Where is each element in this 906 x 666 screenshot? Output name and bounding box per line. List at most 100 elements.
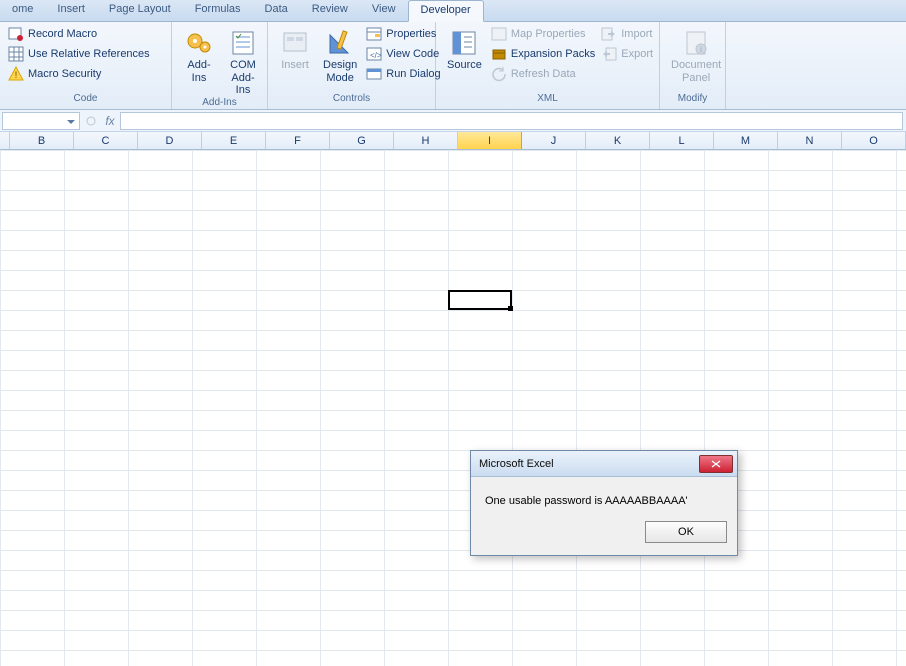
source-label: Source xyxy=(447,59,482,72)
import-button: Import xyxy=(598,25,656,43)
message-box-title: Microsoft Excel xyxy=(479,458,699,470)
name-box[interactable] xyxy=(2,112,80,130)
gear-icon xyxy=(183,27,215,59)
col-e[interactable]: E xyxy=(202,132,266,149)
record-macro-icon xyxy=(8,26,24,42)
export-label: Export xyxy=(621,48,653,60)
checklist-icon xyxy=(227,27,259,59)
formula-input[interactable] xyxy=(120,112,903,130)
grid-icon xyxy=(8,46,24,62)
macro-security-label: Macro Security xyxy=(28,68,101,80)
macro-security-button[interactable]: ! Macro Security xyxy=(5,65,153,83)
column-headers: B C D E F G H I J K L M N O xyxy=(0,132,906,150)
record-macro-label: Record Macro xyxy=(28,28,97,40)
ruler-pencil-icon xyxy=(324,27,356,59)
properties-label: Properties xyxy=(386,28,436,40)
col-n[interactable]: N xyxy=(778,132,842,149)
view-code-label: View Code xyxy=(386,48,439,60)
group-modify-label: Modify xyxy=(660,93,725,109)
use-relative-references-button[interactable]: Use Relative References xyxy=(5,45,153,63)
warning-icon: ! xyxy=(8,66,24,82)
dialog-icon xyxy=(366,66,382,82)
col-partial[interactable] xyxy=(0,132,10,149)
col-i[interactable]: I xyxy=(458,132,522,149)
refresh-icon xyxy=(491,66,507,82)
source-button[interactable]: Source xyxy=(441,25,488,72)
message-box-text: One usable password is AAAAABBAAAA' xyxy=(471,477,737,515)
worksheet-grid[interactable]: Microsoft Excel One usable password is A… xyxy=(0,150,906,666)
com-addins-button[interactable]: COM Add-Ins xyxy=(221,25,265,97)
tab-insert[interactable]: Insert xyxy=(45,0,97,21)
col-j[interactable]: J xyxy=(522,132,586,149)
tab-page-layout[interactable]: Page Layout xyxy=(97,0,183,21)
close-button[interactable] xyxy=(699,455,733,473)
map-properties-button: Map Properties xyxy=(488,25,598,43)
export-button: Export xyxy=(598,45,656,63)
ribbon: Record Macro Use Relative References ! M… xyxy=(0,22,906,110)
group-code-label: Code xyxy=(0,93,171,109)
addins-label: Add-Ins xyxy=(183,59,215,84)
active-cell[interactable] xyxy=(448,290,512,310)
insert-label: Insert xyxy=(281,59,309,72)
addins-button[interactable]: Add-Ins xyxy=(177,25,221,84)
tab-formulas[interactable]: Formulas xyxy=(183,0,253,21)
col-l[interactable]: L xyxy=(650,132,714,149)
group-modify: i Document Panel Modify xyxy=(660,22,726,109)
export-icon xyxy=(601,46,617,62)
col-o[interactable]: O xyxy=(842,132,906,149)
message-box: Microsoft Excel One usable password is A… xyxy=(470,450,738,556)
document-panel-icon: i xyxy=(680,27,712,59)
col-c[interactable]: C xyxy=(74,132,138,149)
col-b[interactable]: B xyxy=(10,132,74,149)
insert-button: Insert xyxy=(273,25,317,72)
ok-button[interactable]: OK xyxy=(645,521,727,543)
insert-control-icon xyxy=(279,27,311,59)
col-k[interactable]: K xyxy=(586,132,650,149)
run-dialog-button[interactable]: Run Dialog xyxy=(363,65,443,83)
group-controls: Insert Design Mode Properties </> xyxy=(268,22,436,109)
import-icon xyxy=(601,26,617,42)
com-addins-label: COM Add-Ins xyxy=(227,59,259,97)
tab-data[interactable]: Data xyxy=(253,0,300,21)
message-box-titlebar[interactable]: Microsoft Excel xyxy=(471,451,737,477)
document-panel-label: Document Panel xyxy=(671,59,721,84)
fx-icon[interactable]: fx xyxy=(100,114,120,128)
tab-review[interactable]: Review xyxy=(300,0,360,21)
tab-home[interactable]: ome xyxy=(0,0,45,21)
design-mode-button[interactable]: Design Mode xyxy=(317,25,363,84)
expansion-packs-button[interactable]: Expansion Packs xyxy=(488,45,598,63)
formula-bar: fx xyxy=(0,110,906,132)
document-panel-button: i Document Panel xyxy=(665,25,727,84)
properties-icon xyxy=(366,26,382,42)
col-g[interactable]: G xyxy=(330,132,394,149)
view-code-button[interactable]: </> View Code xyxy=(363,45,443,63)
tab-developer[interactable]: Developer xyxy=(408,0,484,22)
properties-button[interactable]: Properties xyxy=(363,25,443,43)
group-xml: Source Map Properties Expansion Packs Re… xyxy=(436,22,660,109)
cancel-formula-icon[interactable] xyxy=(82,113,100,129)
refresh-data-label: Refresh Data xyxy=(511,68,576,80)
group-controls-label: Controls xyxy=(268,93,435,109)
expansion-packs-icon xyxy=(491,46,507,62)
map-properties-icon xyxy=(491,26,507,42)
tab-view[interactable]: View xyxy=(360,0,408,21)
refresh-data-button: Refresh Data xyxy=(488,65,598,83)
svg-text:</>: </> xyxy=(370,51,382,60)
group-code: Record Macro Use Relative References ! M… xyxy=(0,22,172,109)
source-pane-icon xyxy=(448,27,480,59)
close-icon xyxy=(711,460,721,468)
col-f[interactable]: F xyxy=(266,132,330,149)
ribbon-tabs: ome Insert Page Layout Formulas Data Rev… xyxy=(0,0,906,22)
record-macro-button[interactable]: Record Macro xyxy=(5,25,153,43)
group-addins: Add-Ins COM Add-Ins Add-Ins xyxy=(172,22,268,109)
import-label: Import xyxy=(621,28,652,40)
svg-text:!: ! xyxy=(15,70,18,80)
run-dialog-label: Run Dialog xyxy=(386,68,440,80)
col-h[interactable]: H xyxy=(394,132,458,149)
svg-text:i: i xyxy=(700,45,702,54)
group-xml-label: XML xyxy=(436,93,659,109)
col-m[interactable]: M xyxy=(714,132,778,149)
col-d[interactable]: D xyxy=(138,132,202,149)
group-addins-label: Add-Ins xyxy=(172,97,267,109)
code-icon: </> xyxy=(366,46,382,62)
